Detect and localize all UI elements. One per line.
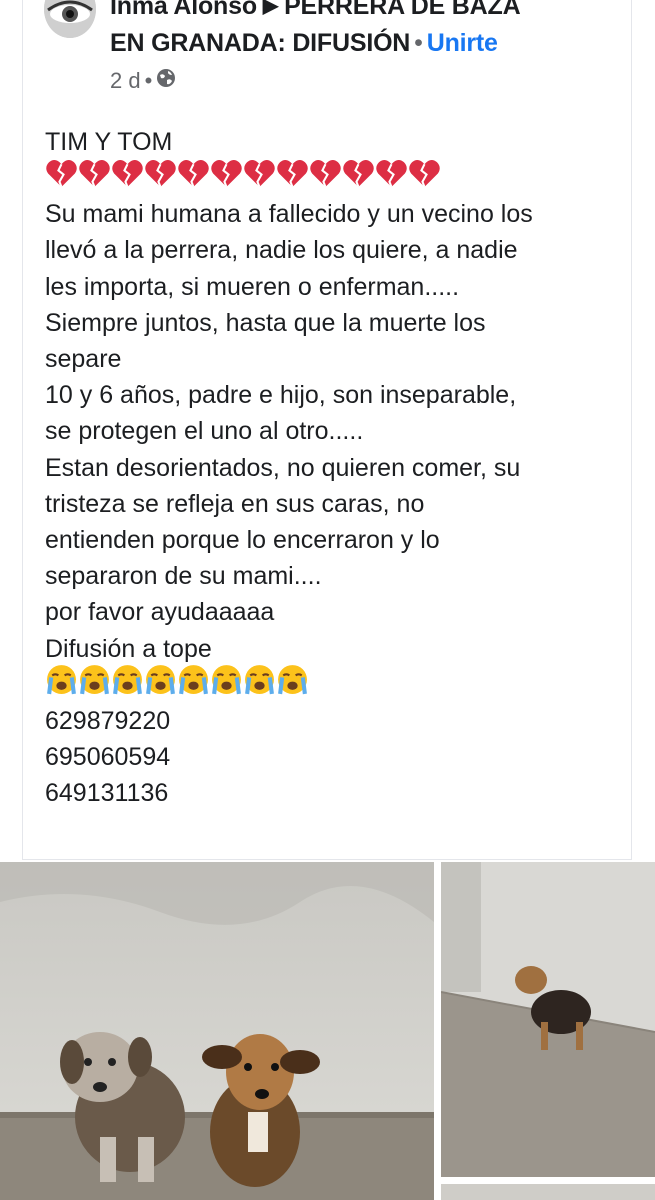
phone-number[interactable]: 629879220 <box>45 703 625 739</box>
crying-face-emoji-icon <box>45 663 78 706</box>
broken-heart-emoji-row <box>45 159 625 196</box>
arrow-right-icon: ▶ <box>262 0 279 17</box>
post-body: TIM Y TOM Su mami humana a fallecido y u… <box>45 124 625 811</box>
crying-emoji-row <box>45 665 625 703</box>
broken-heart-emoji-icon <box>144 157 177 200</box>
broken-heart-emoji-icon <box>276 157 309 200</box>
phone-number[interactable]: 649131136 <box>45 775 625 811</box>
group-name-part2[interactable]: EN GRANADA: DIFUSIÓN <box>110 29 410 57</box>
broken-heart-emoji-icon <box>342 157 375 200</box>
post-header-line2: EN GRANADA: DIFUSIÓN • Unirte <box>110 29 498 58</box>
separator-dot: • <box>414 29 423 57</box>
crying-face-emoji-icon <box>111 663 144 706</box>
crying-face-emoji-icon <box>243 663 276 706</box>
post-paragraph: Su mami humana a fallecido y un vecino l… <box>45 196 625 667</box>
post-text-line: se protegen el uno al otro..... <box>45 417 364 446</box>
join-group-button[interactable]: Unirte <box>427 29 498 57</box>
photo-additional[interactable] <box>441 1184 655 1200</box>
post-text-line: llevó a la perrera, nadie los quiere, a … <box>45 236 518 265</box>
broken-heart-emoji-icon <box>45 157 78 200</box>
broken-heart-emoji-icon <box>375 157 408 200</box>
broken-heart-emoji-icon <box>408 157 441 200</box>
post-text-line: Siempre juntos, hasta que la muerte los <box>45 308 486 337</box>
phone-number[interactable]: 695060594 <box>45 739 625 775</box>
post-meta: 2 d • <box>110 68 176 94</box>
group-name-part1[interactable]: PERRERA DE BAZA <box>284 0 521 20</box>
author-name[interactable]: Inma Alonso <box>110 0 257 20</box>
broken-heart-emoji-icon <box>78 157 111 200</box>
post-text-line: Su mami humana a fallecido y un vecino l… <box>45 200 533 229</box>
post-text-line: separaron de su mami.... <box>45 562 322 591</box>
crying-face-emoji-icon <box>210 663 243 706</box>
crying-face-emoji-icon <box>144 663 177 706</box>
post-text-line: por favor ayudaaaaa <box>45 598 275 627</box>
post-timestamp[interactable]: 2 d <box>110 68 141 94</box>
phone-list: 629879220 695060594 649131136 <box>45 703 625 812</box>
broken-heart-emoji-icon <box>309 157 342 200</box>
separator-dot: • <box>144 68 153 93</box>
broken-heart-emoji-icon <box>177 157 210 200</box>
post-header-line1: Inma Alonso ▶ PERRERA DE BAZA <box>110 0 521 21</box>
post-text-line: tristeza se refleja en sus caras, no <box>45 489 425 518</box>
post-text-line: 10 y 6 años, padre e hijo, son inseparab… <box>45 381 517 410</box>
post-text-line: Difusión a tope <box>45 634 212 663</box>
photo-two-dogs[interactable] <box>0 862 434 1200</box>
globe-icon <box>156 68 176 94</box>
post-title: TIM Y TOM <box>45 128 173 156</box>
crying-face-emoji-icon <box>78 663 111 706</box>
post-text-line: Estan desorientados, no quieren comer, s… <box>45 453 521 482</box>
crying-face-emoji-icon <box>177 663 210 706</box>
post-text-line: entienden porque lo encerraron y lo <box>45 526 440 555</box>
crying-face-emoji-icon <box>276 663 309 706</box>
post-text-line: les importa, si mueren o enferman..... <box>45 272 460 301</box>
post-text-line: separe <box>45 345 122 374</box>
broken-heart-emoji-icon <box>243 157 276 200</box>
broken-heart-emoji-icon <box>210 157 243 200</box>
photo-dog-in-corner[interactable] <box>441 862 655 1177</box>
broken-heart-emoji-icon <box>111 157 144 200</box>
